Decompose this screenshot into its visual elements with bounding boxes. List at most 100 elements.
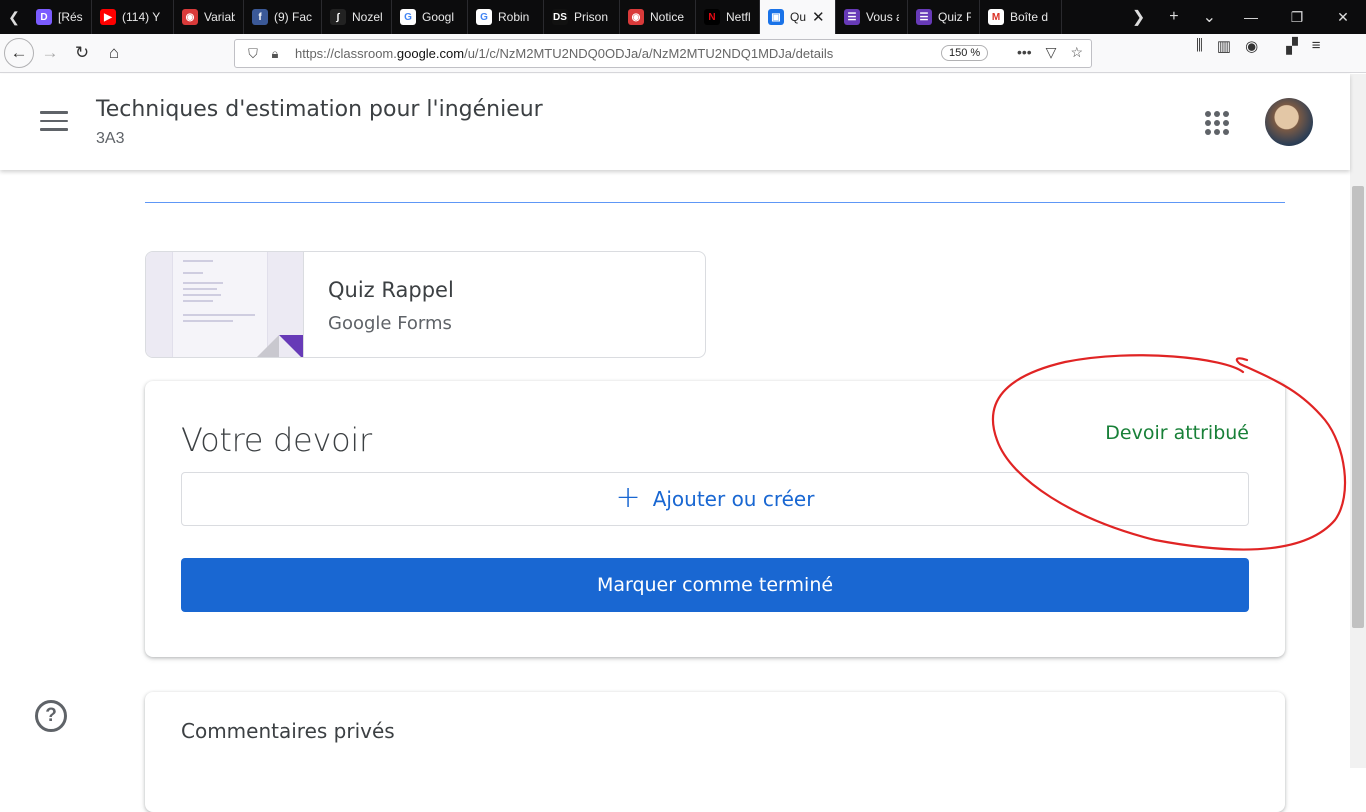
tab-favicon: ∫ — [330, 9, 346, 25]
tab-strip: D[Résol▶(114) Y◉Variablf(9) Fac∫NozeliGG… — [28, 0, 1062, 34]
attachment-type: Google Forms — [328, 313, 452, 334]
browser-tab[interactable]: D [Résol — [28, 0, 92, 34]
browser-tab[interactable]: M Boîte d — [980, 0, 1062, 34]
browser-tab-label: Notice — [650, 10, 685, 24]
browser-tab[interactable]: DS Prison — [544, 0, 620, 34]
window-controls: — ❐ ✕ — [1228, 0, 1366, 34]
browser-tab-label: Qu — [790, 10, 807, 24]
browser-tab[interactable]: G Googl — [392, 0, 468, 34]
plus-icon: + — [615, 480, 641, 515]
library-icon[interactable]: ⫼ — [1196, 37, 1203, 55]
attachment-title[interactable]: Quiz Rappel — [328, 278, 454, 302]
browser-tab[interactable]: ☰ Vous a — [836, 0, 908, 34]
browser-tab-label: Boîte d — [1010, 10, 1049, 24]
add-or-create-label: Ajouter ou créer — [652, 487, 815, 511]
forward-arrow-icon[interactable]: → — [34, 37, 66, 69]
browser-tab-label: [Résol — [58, 10, 83, 24]
pocket-icon[interactable]: ▽ — [1046, 44, 1057, 61]
browser-tab-label: Prison — [574, 10, 609, 24]
private-comments-title: Commentaires privés — [181, 719, 395, 743]
status-badge: Devoir attribué — [1105, 422, 1249, 444]
page-actions-icon[interactable]: ••• — [1017, 44, 1032, 61]
browser-tab-label: Robin — [498, 10, 530, 24]
browser-tab[interactable]: ∫ Nozeli — [322, 0, 392, 34]
browser-tab-label: Variabl — [204, 10, 235, 24]
forms-corner-icon — [279, 335, 303, 357]
extensions-icon[interactable]: ▞ — [1286, 37, 1298, 55]
shield-icon[interactable]: ⛉ — [243, 46, 263, 62]
google-apps-icon[interactable] — [1205, 111, 1229, 135]
browser-nav-bar: ← → ↻ ⌂ ⛉ 🔒︎ https://classroom.google.co… — [0, 34, 1366, 73]
url-bar[interactable]: ⛉ 🔒︎ https://classroom.google.com/u/1/c/… — [234, 39, 1092, 68]
browser-tab[interactable]: G Robin — [468, 0, 544, 34]
browser-tab-label: Quiz R — [938, 10, 971, 24]
page-scrollbar[interactable] — [1350, 74, 1366, 768]
form-thumbnail-page — [172, 252, 268, 357]
tab-scroll-right-icon[interactable]: ❯ — [1120, 7, 1157, 27]
toolbar-right: ⫼ ▥ ◉ ▞ ≡ — [1196, 37, 1321, 55]
browser-tab[interactable]: ▶ (114) Y — [92, 0, 174, 34]
reload-icon[interactable]: ↻ — [66, 37, 98, 69]
section-divider — [145, 202, 1285, 203]
class-section: 3A3 — [96, 130, 125, 147]
browser-tab[interactable]: ▣ Qu ✕ — [760, 0, 836, 34]
sidebar-icon[interactable]: ▥ — [1217, 37, 1231, 55]
help-icon[interactable]: ? — [35, 700, 67, 732]
add-or-create-button[interactable]: + Ajouter ou créer — [181, 472, 1249, 526]
tab-list-chevron-down-icon[interactable]: ⌄ — [1191, 7, 1228, 27]
attachment-card[interactable]: Quiz Rappel Google Forms — [145, 251, 706, 358]
minimize-icon[interactable]: — — [1228, 9, 1274, 25]
url-actions: ••• ▽ ☆ — [1017, 44, 1083, 61]
scrollbar-thumb[interactable] — [1352, 186, 1364, 628]
forms-icon: ☰ — [844, 9, 860, 25]
tab-favicon: DS — [552, 9, 568, 25]
browser-tab[interactable]: N Netflix — [696, 0, 760, 34]
bookmark-star-icon[interactable]: ☆ — [1070, 44, 1083, 61]
browser-tab-label: (9) Fac — [274, 10, 313, 24]
close-window-icon[interactable]: ✕ — [1320, 9, 1366, 26]
close-tab-icon[interactable]: ✕ — [812, 8, 825, 26]
home-icon[interactable]: ⌂ — [98, 37, 130, 69]
forms-icon: ☰ — [916, 9, 932, 25]
netflix-icon: N — [704, 9, 720, 25]
mark-as-done-button[interactable]: Marquer comme terminé — [181, 558, 1249, 612]
google-icon: G — [476, 9, 492, 25]
account-icon[interactable]: ◉ — [1245, 37, 1258, 55]
restore-icon[interactable]: ❐ — [1274, 9, 1320, 26]
url-text[interactable]: https://classroom.google.com/u/1/c/NzM2M… — [295, 46, 833, 61]
browser-tab[interactable]: f (9) Fac — [244, 0, 322, 34]
tab-tools: ❯ + ⌄ — [1120, 0, 1228, 34]
tab-favicon: ◉ — [628, 9, 644, 25]
browser-tab[interactable]: ☰ Quiz R — [908, 0, 980, 34]
new-tab-icon[interactable]: + — [1157, 8, 1190, 26]
form-thumbnail — [146, 252, 304, 357]
tab-favicon: D — [36, 9, 52, 25]
avatar[interactable] — [1265, 98, 1313, 146]
menu-icon[interactable]: ≡ — [1312, 37, 1321, 55]
classroom-icon: ▣ — [768, 9, 784, 25]
thumbnail-fold — [255, 335, 279, 357]
browser-tab[interactable]: ◉ Variabl — [174, 0, 244, 34]
browser-tab-label: Googl — [422, 10, 455, 24]
private-comments-card: Commentaires privés — [145, 692, 1285, 812]
gmail-icon: M — [988, 9, 1004, 25]
browser-tab-label: Nozeli — [352, 10, 383, 24]
your-work-title: Votre devoir — [181, 421, 372, 459]
browser-tab-label: Netflix — [726, 10, 751, 24]
tab-favicon: ◉ — [182, 9, 198, 25]
browser-tab-label: Vous a — [866, 10, 899, 24]
main-menu-icon[interactable] — [40, 111, 68, 131]
zoom-level-badge[interactable]: 150 % — [941, 45, 989, 61]
browser-tab-bar: ❮ D [Résol ▶ (114) Y ◉ Variabl f (9) Fac ∫ Nozeli… — [0, 0, 1366, 34]
facebook-icon: f — [252, 9, 268, 25]
google-icon: G — [400, 9, 416, 25]
back-arrow-icon[interactable]: ← — [4, 38, 34, 68]
your-work-card: Votre devoir Devoir attribué + Ajouter o… — [145, 381, 1285, 657]
lock-icon[interactable]: 🔒︎ — [265, 46, 285, 62]
youtube-icon: ▶ — [100, 9, 116, 25]
browser-tab[interactable]: ◉ Notice — [620, 0, 696, 34]
browser-tab-label: (114) Y — [122, 10, 161, 24]
tab-scroll-left-icon[interactable]: ❮ — [0, 0, 28, 34]
class-title[interactable]: Techniques d'estimation pour l'ingénieur — [96, 97, 543, 122]
classroom-header: Techniques d'estimation pour l'ingénieur… — [0, 74, 1350, 170]
